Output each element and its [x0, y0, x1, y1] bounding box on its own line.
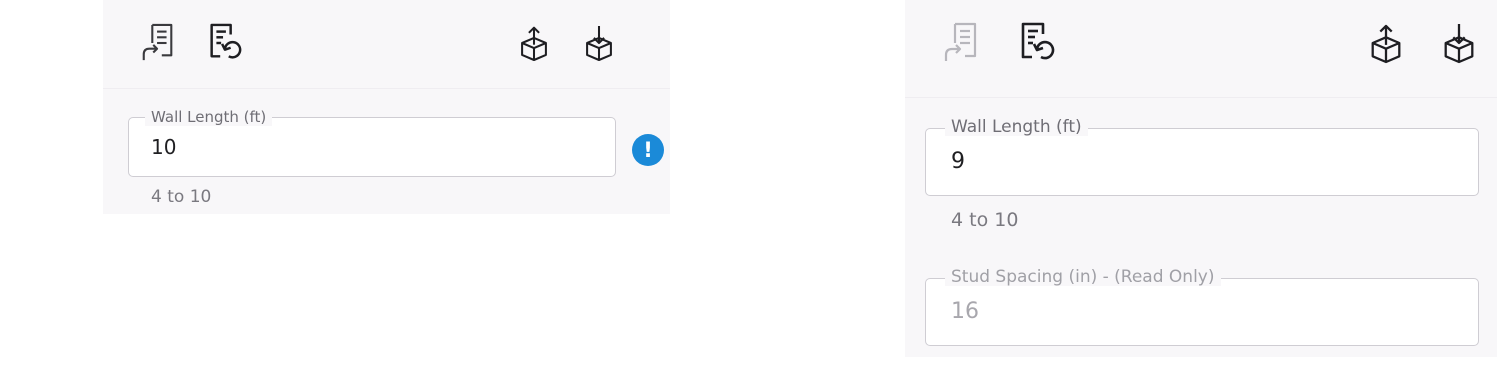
wall-length-field[interactable]: Wall Length (ft) 9	[925, 118, 1479, 196]
wall-length-range-hint: 4 to 10	[151, 187, 212, 207]
export-cube-icon[interactable]	[517, 24, 551, 62]
wall-length-input[interactable]: 10	[151, 135, 176, 159]
import-cube-icon[interactable]	[582, 24, 616, 62]
reset-params-icon[interactable]	[1016, 20, 1056, 66]
reset-params-icon[interactable]	[205, 22, 243, 64]
apply-params-icon	[941, 20, 981, 66]
parameters-toolbar	[905, 0, 1497, 98]
parameters-panel-left: Wall Length (ft) 10 ! 4 to 10	[103, 0, 670, 214]
stud-spacing-field: Stud Spacing (in) - (Read Only) 16	[925, 268, 1479, 346]
wall-length-range-hint: 4 to 10	[951, 209, 1019, 231]
stud-spacing-label: Stud Spacing (in) - (Read Only)	[945, 268, 1221, 286]
wall-length-field[interactable]: Wall Length (ft) 10	[128, 108, 616, 177]
parameters-panel-right: Wall Length (ft) 9 4 to 10 Stud Spacing …	[905, 0, 1497, 357]
parameters-toolbar	[103, 0, 670, 89]
wall-length-input[interactable]: 9	[951, 149, 965, 174]
wall-length-label: Wall Length (ft)	[145, 108, 273, 126]
apply-params-icon[interactable]	[139, 22, 177, 64]
import-cube-icon[interactable]	[1440, 22, 1478, 64]
stud-spacing-value: 16	[951, 299, 979, 324]
warning-icon: !	[632, 134, 664, 166]
wall-length-label: Wall Length (ft)	[945, 118, 1088, 136]
export-cube-icon[interactable]	[1367, 22, 1405, 64]
